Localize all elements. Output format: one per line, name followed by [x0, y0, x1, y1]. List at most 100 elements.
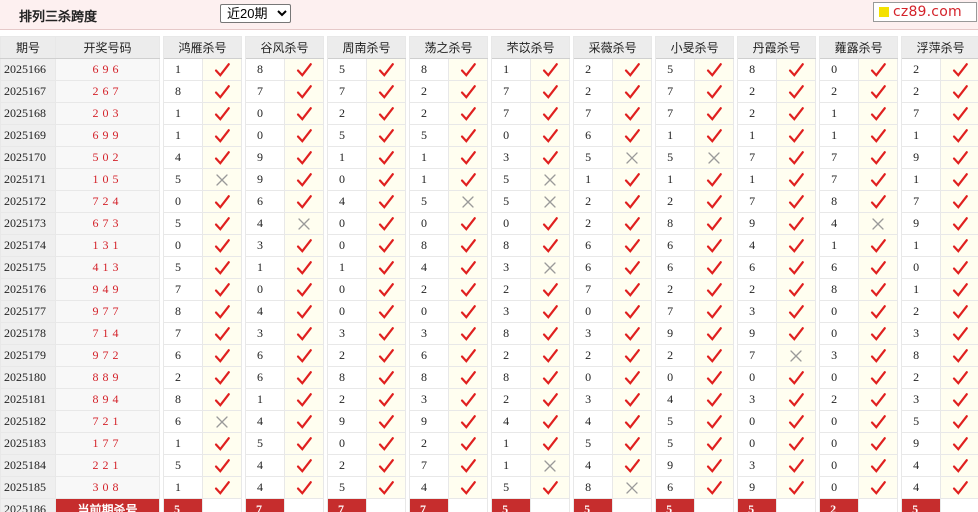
result-mark-cell	[284, 454, 325, 477]
result-mark-cell	[694, 102, 735, 125]
result-mark-cell	[284, 432, 325, 455]
period-cell: 2025169	[0, 124, 56, 147]
check-mark-icon	[296, 392, 312, 407]
result-mark-cell	[940, 234, 978, 257]
check-mark-icon	[624, 128, 640, 143]
draw-number-cell: 673	[55, 212, 160, 235]
period-range-select[interactable]: 近20期	[220, 4, 291, 23]
table-row: 20251682031022777217全对	[0, 102, 978, 125]
check-mark-icon	[296, 414, 312, 429]
result-mark-cell	[530, 102, 571, 125]
kill-number-cell: 1	[901, 234, 942, 257]
result-mark-cell	[366, 366, 407, 389]
result-mark-cell	[776, 102, 817, 125]
check-mark-icon	[542, 348, 558, 363]
check-mark-icon	[378, 326, 394, 341]
kill-number-cell: 4	[409, 476, 450, 499]
result-mark-cell	[612, 102, 653, 125]
kill-number-cell: 0	[737, 432, 778, 455]
result-mark-cell	[858, 454, 899, 477]
result-mark-cell	[448, 146, 489, 169]
check-mark-icon	[706, 238, 722, 253]
result-mark-cell	[530, 388, 571, 411]
cross-mark-icon	[626, 481, 638, 494]
check-mark-icon	[953, 282, 969, 297]
check-mark-icon	[296, 84, 312, 99]
draw-number-cell: 977	[55, 300, 160, 323]
cross-mark-icon	[216, 415, 228, 428]
kill-number-cell: 2	[901, 58, 942, 81]
period-cell: 2025172	[0, 190, 56, 213]
result-mark-cell	[612, 168, 653, 191]
kill-number-cell: 0	[163, 234, 203, 257]
result-mark-cell	[448, 80, 489, 103]
result-mark-cell	[858, 256, 899, 279]
result-mark-cell	[201, 454, 243, 477]
kill-number-cell: 8	[819, 190, 860, 213]
check-mark-icon	[706, 128, 722, 143]
result-mark-cell	[284, 80, 325, 103]
kill-number-cell: 8	[409, 366, 450, 389]
check-mark-icon	[624, 348, 640, 363]
draw-number-cell: 894	[55, 388, 160, 411]
kill-number-cell: 2	[573, 80, 614, 103]
current-kill-number: 5	[737, 498, 778, 512]
table-row: 20251741310308866411全对	[0, 234, 978, 257]
check-mark-icon	[953, 128, 969, 143]
check-mark-icon	[378, 62, 394, 77]
result-mark-cell	[612, 300, 653, 323]
check-mark-icon	[706, 480, 722, 495]
check-mark-icon	[542, 370, 558, 385]
check-mark-icon	[214, 150, 230, 165]
cross-mark-icon	[544, 173, 556, 186]
check-mark-icon	[871, 260, 887, 275]
result-mark-cell	[201, 432, 243, 455]
column-header-expert: 周南杀号	[327, 36, 407, 59]
check-mark-icon	[542, 150, 558, 165]
result-mark-cell	[284, 366, 325, 389]
check-mark-icon	[296, 282, 312, 297]
check-mark-icon	[706, 326, 722, 341]
check-mark-icon	[460, 304, 476, 319]
check-mark-icon	[953, 436, 969, 451]
check-mark-icon	[953, 480, 969, 495]
site-logo[interactable]: cz89.com	[873, 2, 977, 22]
check-mark-icon	[953, 62, 969, 77]
check-mark-icon	[871, 480, 887, 495]
result-mark-cell	[530, 146, 571, 169]
check-mark-icon	[789, 370, 805, 385]
result-mark-cell	[940, 344, 978, 367]
result-mark-cell	[201, 410, 243, 433]
kill-number-cell: 1	[163, 124, 203, 147]
kill-number-cell: 6	[819, 256, 860, 279]
result-mark-cell	[694, 476, 735, 499]
result-mark-cell	[776, 234, 817, 257]
result-mark-cell	[776, 432, 817, 455]
result-mark-cell	[940, 58, 978, 81]
result-mark-cell	[694, 410, 735, 433]
check-mark-icon	[789, 392, 805, 407]
kill-number-cell: 1	[819, 234, 860, 257]
kill-number-cell: 7	[737, 190, 778, 213]
kill-number-cell: 0	[491, 212, 532, 235]
check-mark-icon	[789, 172, 805, 187]
kill-number-cell: 2	[901, 300, 942, 323]
result-mark-cell	[694, 300, 735, 323]
result-mark-cell	[201, 256, 243, 279]
check-mark-icon	[789, 106, 805, 121]
kill-number-cell: 1	[491, 58, 532, 81]
result-mark-cell	[284, 58, 325, 81]
kill-number-cell: 1	[327, 256, 368, 279]
cross-mark-icon	[216, 173, 228, 186]
kill-number-cell: 5	[409, 124, 450, 147]
check-mark-icon	[378, 150, 394, 165]
result-mark-cell	[694, 344, 735, 367]
table-row: 20251779778400307302全对	[0, 300, 978, 323]
check-mark-icon	[296, 150, 312, 165]
check-mark-icon	[214, 84, 230, 99]
check-mark-icon	[706, 260, 722, 275]
check-mark-icon	[871, 392, 887, 407]
draw-number-cell: 308	[55, 476, 160, 499]
column-header-expert: 鸿雁杀号	[162, 36, 243, 59]
check-mark-icon	[789, 62, 805, 77]
